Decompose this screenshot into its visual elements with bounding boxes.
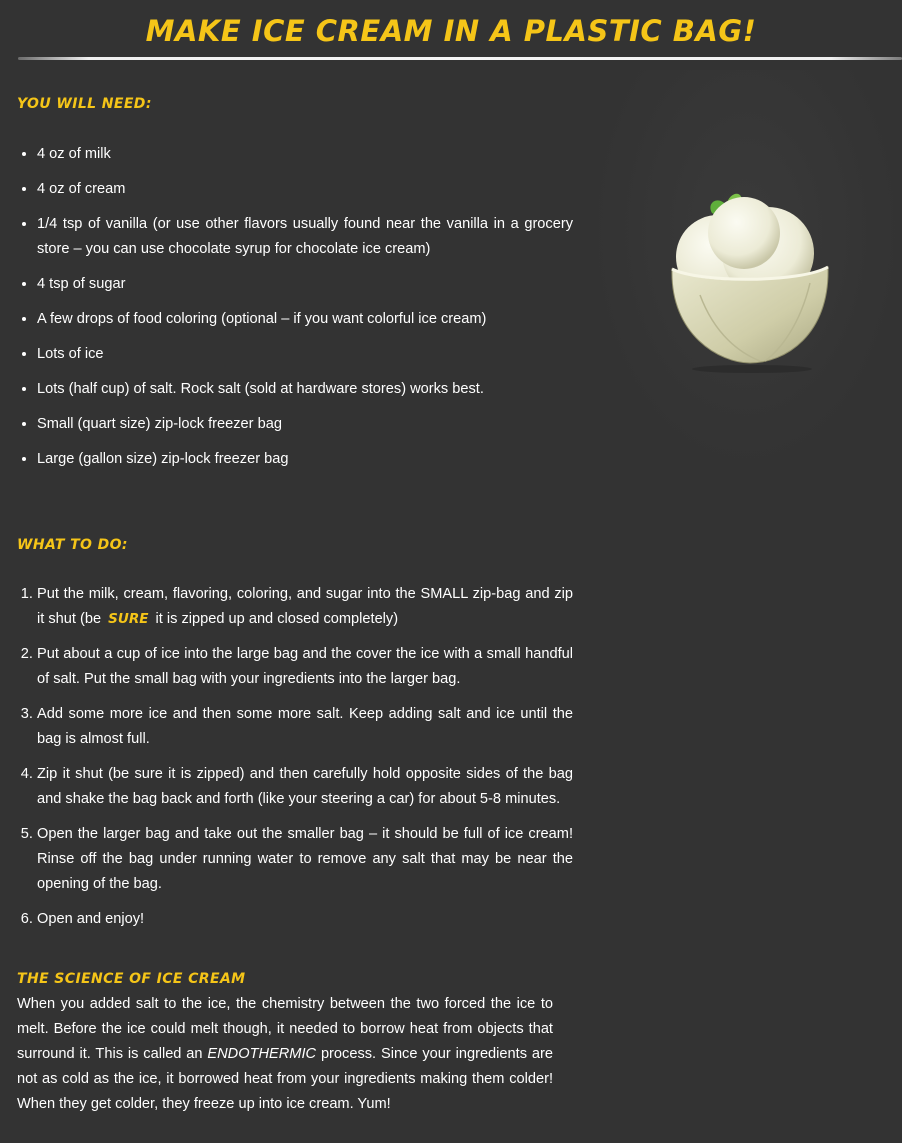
list-item: Large (gallon size) zip-lock freezer bag [37,447,573,472]
step-text: it is zipped up and closed completely) [155,611,399,627]
page-title: Make Ice Cream in a Plastic Bag! [145,14,757,48]
list-item: Lots of ice [37,342,573,367]
needs-list: 4 oz of milk 4 oz of cream 1/4 tsp of va… [17,142,573,482]
step-item: Zip it shut (be sure it is zipped) and t… [37,762,573,812]
ice-cream-bowl-icon [671,193,829,373]
steps-heading: What to Do: [17,537,128,553]
step-item: Add some more ice and then some more sal… [37,702,573,752]
list-item: A few drops of food coloring (optional –… [37,307,573,332]
step-item: Open and enjoy! [37,907,573,932]
step-item: Open the larger bag and take out the sma… [37,822,573,897]
list-item: 4 oz of milk [37,142,573,167]
step-item: Put the milk, cream, flavoring, coloring… [37,582,573,632]
ice-cream-image [590,70,902,470]
step-item: Put about a cup of ice into the large ba… [37,642,573,692]
list-item: 4 oz of cream [37,177,573,202]
needs-heading: You Will Need: [17,96,152,112]
title-divider [18,57,902,60]
science-paragraph: When you added salt to the ice, the chem… [17,992,553,1117]
list-item: Lots (half cup) of salt. Rock salt (sold… [37,377,573,402]
list-item: Small (quart size) zip-lock freezer bag [37,412,573,437]
science-heading: The Science of Ice Cream [17,971,246,987]
steps-list: Put the milk, cream, flavoring, coloring… [17,582,573,942]
list-item: 1/4 tsp of vanilla (or use other flavors… [37,212,573,262]
science-emphasis: ENDOTHERMIC [207,1046,317,1062]
list-item: 4 tsp of sugar [37,272,573,297]
emphasis-sure: SURE [108,611,149,627]
